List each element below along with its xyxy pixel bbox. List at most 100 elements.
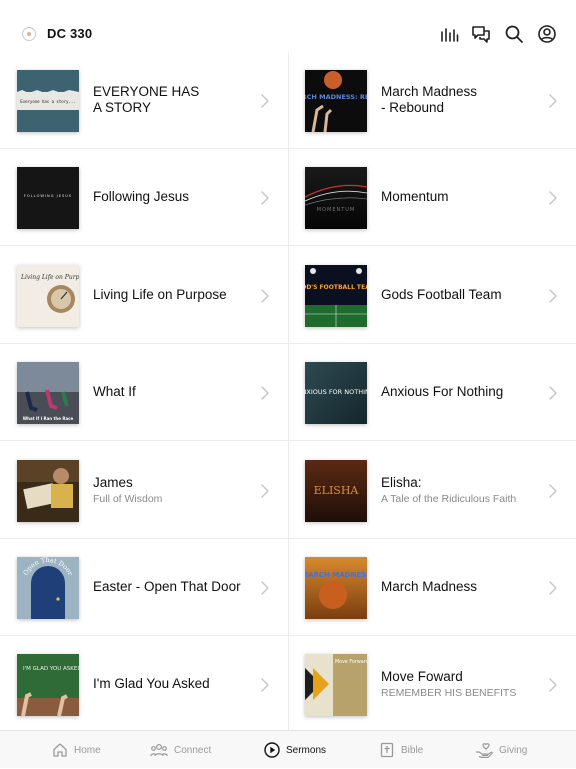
series-subtitle: A Tale of the Ridiculous Faith xyxy=(381,492,517,505)
series-text: Following Jesus xyxy=(93,149,254,245)
series-tile[interactable]: Everyone has a story... EVERYONE HAS A ST… xyxy=(0,52,288,149)
series-title: Anxious For Nothing xyxy=(381,384,504,400)
series-thumbnail: MARCH MADNESS: REBOUND xyxy=(305,70,367,132)
series-tile[interactable]: GOD'S FOOTBALL TEAM Gods Football Team xyxy=(288,247,576,344)
thumb-caption: MARCH MADNESS: REBOUND xyxy=(305,93,367,101)
series-thumbnail: What If I Ran the Race xyxy=(17,362,79,425)
thumb-caption: FOLLOWING JESUS xyxy=(24,194,72,198)
series-subtitle: REMEMBER HIS BENEFITS xyxy=(381,687,517,700)
series-tile[interactable]: Move Forward Move Foward REMEMBER HIS BENE… xyxy=(288,636,576,730)
series-thumbnail xyxy=(17,459,79,522)
tab-label: Bible xyxy=(401,744,424,756)
series-text: Move Foward REMEMBER HIS BENEFITS xyxy=(381,636,542,730)
thumb-caption: Living Life on Purpose xyxy=(20,274,79,281)
series-tile[interactable]: ELISHA Elisha: A Tale of the Ridiculous Fa… xyxy=(288,442,576,539)
tab-label: Giving xyxy=(499,744,528,756)
chevron-right-icon xyxy=(260,483,270,498)
series-title: EVERYONE HAS A STORY xyxy=(93,84,200,115)
series-text: I'm Glad You Asked xyxy=(93,636,254,730)
tab-connect[interactable]: Connect xyxy=(150,731,211,769)
app-logo-icon xyxy=(22,27,36,41)
series-thumbnail: MARCH MADNESS xyxy=(305,557,367,619)
series-title: I'm Glad You Asked xyxy=(93,676,210,692)
series-title: Elisha: xyxy=(381,474,422,490)
series-tile[interactable]: Open That Door Easter - Open That Door xyxy=(0,539,288,636)
chevron-right-icon xyxy=(260,94,270,108)
series-title: March Madness - Rebound xyxy=(381,84,478,115)
column-divider xyxy=(288,52,289,730)
chevron-right-icon xyxy=(260,581,270,595)
series-text: Momentum xyxy=(381,149,542,245)
series-text: Anxious For Nothing xyxy=(381,344,542,440)
bars-chart-icon[interactable] xyxy=(439,24,459,44)
series-title: Move Foward xyxy=(381,669,463,685)
play-circle-icon xyxy=(264,742,286,758)
series-text: What If xyxy=(93,344,254,440)
series-text: Easter - Open That Door xyxy=(93,539,254,635)
series-thumbnail: MOMENTUM xyxy=(305,167,367,230)
tab-label: Home xyxy=(74,744,101,756)
series-thumbnail: ANXIOUS FOR NOTHING xyxy=(305,362,367,425)
series-text: March Madness xyxy=(381,539,542,635)
series-text: March Madness - Rebound xyxy=(381,52,542,148)
series-tile[interactable]: ANXIOUS FOR NOTHING Anxious For Nothing xyxy=(288,344,576,442)
home-icon xyxy=(52,742,74,758)
series-tile[interactable]: FOLLOWING JESUS Following Jesus xyxy=(0,149,288,247)
series-thumbnail: ELISHA xyxy=(305,459,367,522)
chevron-right-icon xyxy=(260,191,270,206)
series-thumbnail: Living Life on Purpose xyxy=(17,264,79,327)
thumb-caption: ANXIOUS FOR NOTHING xyxy=(305,388,367,396)
people-icon xyxy=(150,742,174,758)
series-thumbnail: I'M GLAD YOU ASKED xyxy=(17,654,79,717)
tab-sermons[interactable]: Sermons xyxy=(264,731,326,769)
thumb-caption: Everyone has a story... xyxy=(20,99,75,104)
tab-giving[interactable]: Giving xyxy=(475,731,527,769)
chevron-right-icon xyxy=(260,678,270,693)
series-thumbnail: FOLLOWING JESUS xyxy=(17,167,79,230)
thumb-caption: MOMENTUM xyxy=(317,207,356,213)
series-text: James Full of Wisdom xyxy=(93,442,254,538)
series-tile[interactable]: MARCH MADNESS March Madness xyxy=(288,539,576,636)
series-tile[interactable]: Living Life on Purpose Living Life on Pur… xyxy=(0,247,288,344)
thumb-caption: ELISHA xyxy=(314,484,360,497)
series-title: What If xyxy=(93,384,136,400)
series-title: Following Jesus xyxy=(93,189,190,205)
thumb-caption: I'M GLAD YOU ASKED xyxy=(23,666,79,672)
series-title: James xyxy=(93,474,133,490)
series-thumbnail: Move Forward xyxy=(305,654,367,717)
series-tile[interactable]: What If I Ran the Race What If xyxy=(0,344,288,442)
giving-hand-icon xyxy=(475,742,499,758)
chevron-right-icon xyxy=(260,386,270,400)
series-title: Momentum xyxy=(381,189,449,205)
tab-label: Sermons xyxy=(286,744,327,756)
series-tile[interactable]: James Full of Wisdom xyxy=(0,442,288,539)
series-text: Elisha: A Tale of the Ridiculous Faith xyxy=(381,442,542,538)
search-icon[interactable] xyxy=(504,24,524,44)
series-thumbnail: Everyone has a story... xyxy=(17,70,79,132)
tab-label: Connect xyxy=(174,744,212,756)
tab-bible[interactable]: Bible xyxy=(379,731,423,769)
chevron-right-icon xyxy=(548,386,558,400)
series-subtitle: Full of Wisdom xyxy=(93,492,163,505)
series-thumbnail: Open That Door xyxy=(17,557,79,619)
bottom-tab-bar: Home Connect Sermons Bible Giving xyxy=(0,730,576,768)
thumb-caption: What If I Ran the Race xyxy=(23,416,74,421)
chevron-right-icon xyxy=(548,581,558,595)
series-tile[interactable]: I'M GLAD YOU ASKED I'm Glad You Asked xyxy=(0,636,288,730)
chevron-right-icon xyxy=(548,678,558,693)
chevron-right-icon xyxy=(548,483,558,498)
series-tile[interactable]: MARCH MADNESS: REBOUND March Madness - Re… xyxy=(288,52,576,149)
chat-bubbles-icon[interactable] xyxy=(471,24,491,44)
thumb-caption: Move Forward xyxy=(335,659,367,665)
series-text: Gods Football Team xyxy=(381,247,542,343)
user-circle-icon[interactable] xyxy=(537,24,557,44)
chevron-right-icon xyxy=(548,94,558,108)
app-title: DC 330 xyxy=(47,26,93,41)
thumb-caption: MARCH MADNESS xyxy=(305,571,367,579)
bible-icon xyxy=(379,742,401,758)
series-text: EVERYONE HAS A STORY xyxy=(93,52,254,148)
tab-home[interactable]: Home xyxy=(52,731,101,769)
series-text: Living Life on Purpose xyxy=(93,247,254,343)
series-tile[interactable]: MOMENTUM Momentum xyxy=(288,149,576,247)
series-title: Gods Football Team xyxy=(381,286,502,302)
